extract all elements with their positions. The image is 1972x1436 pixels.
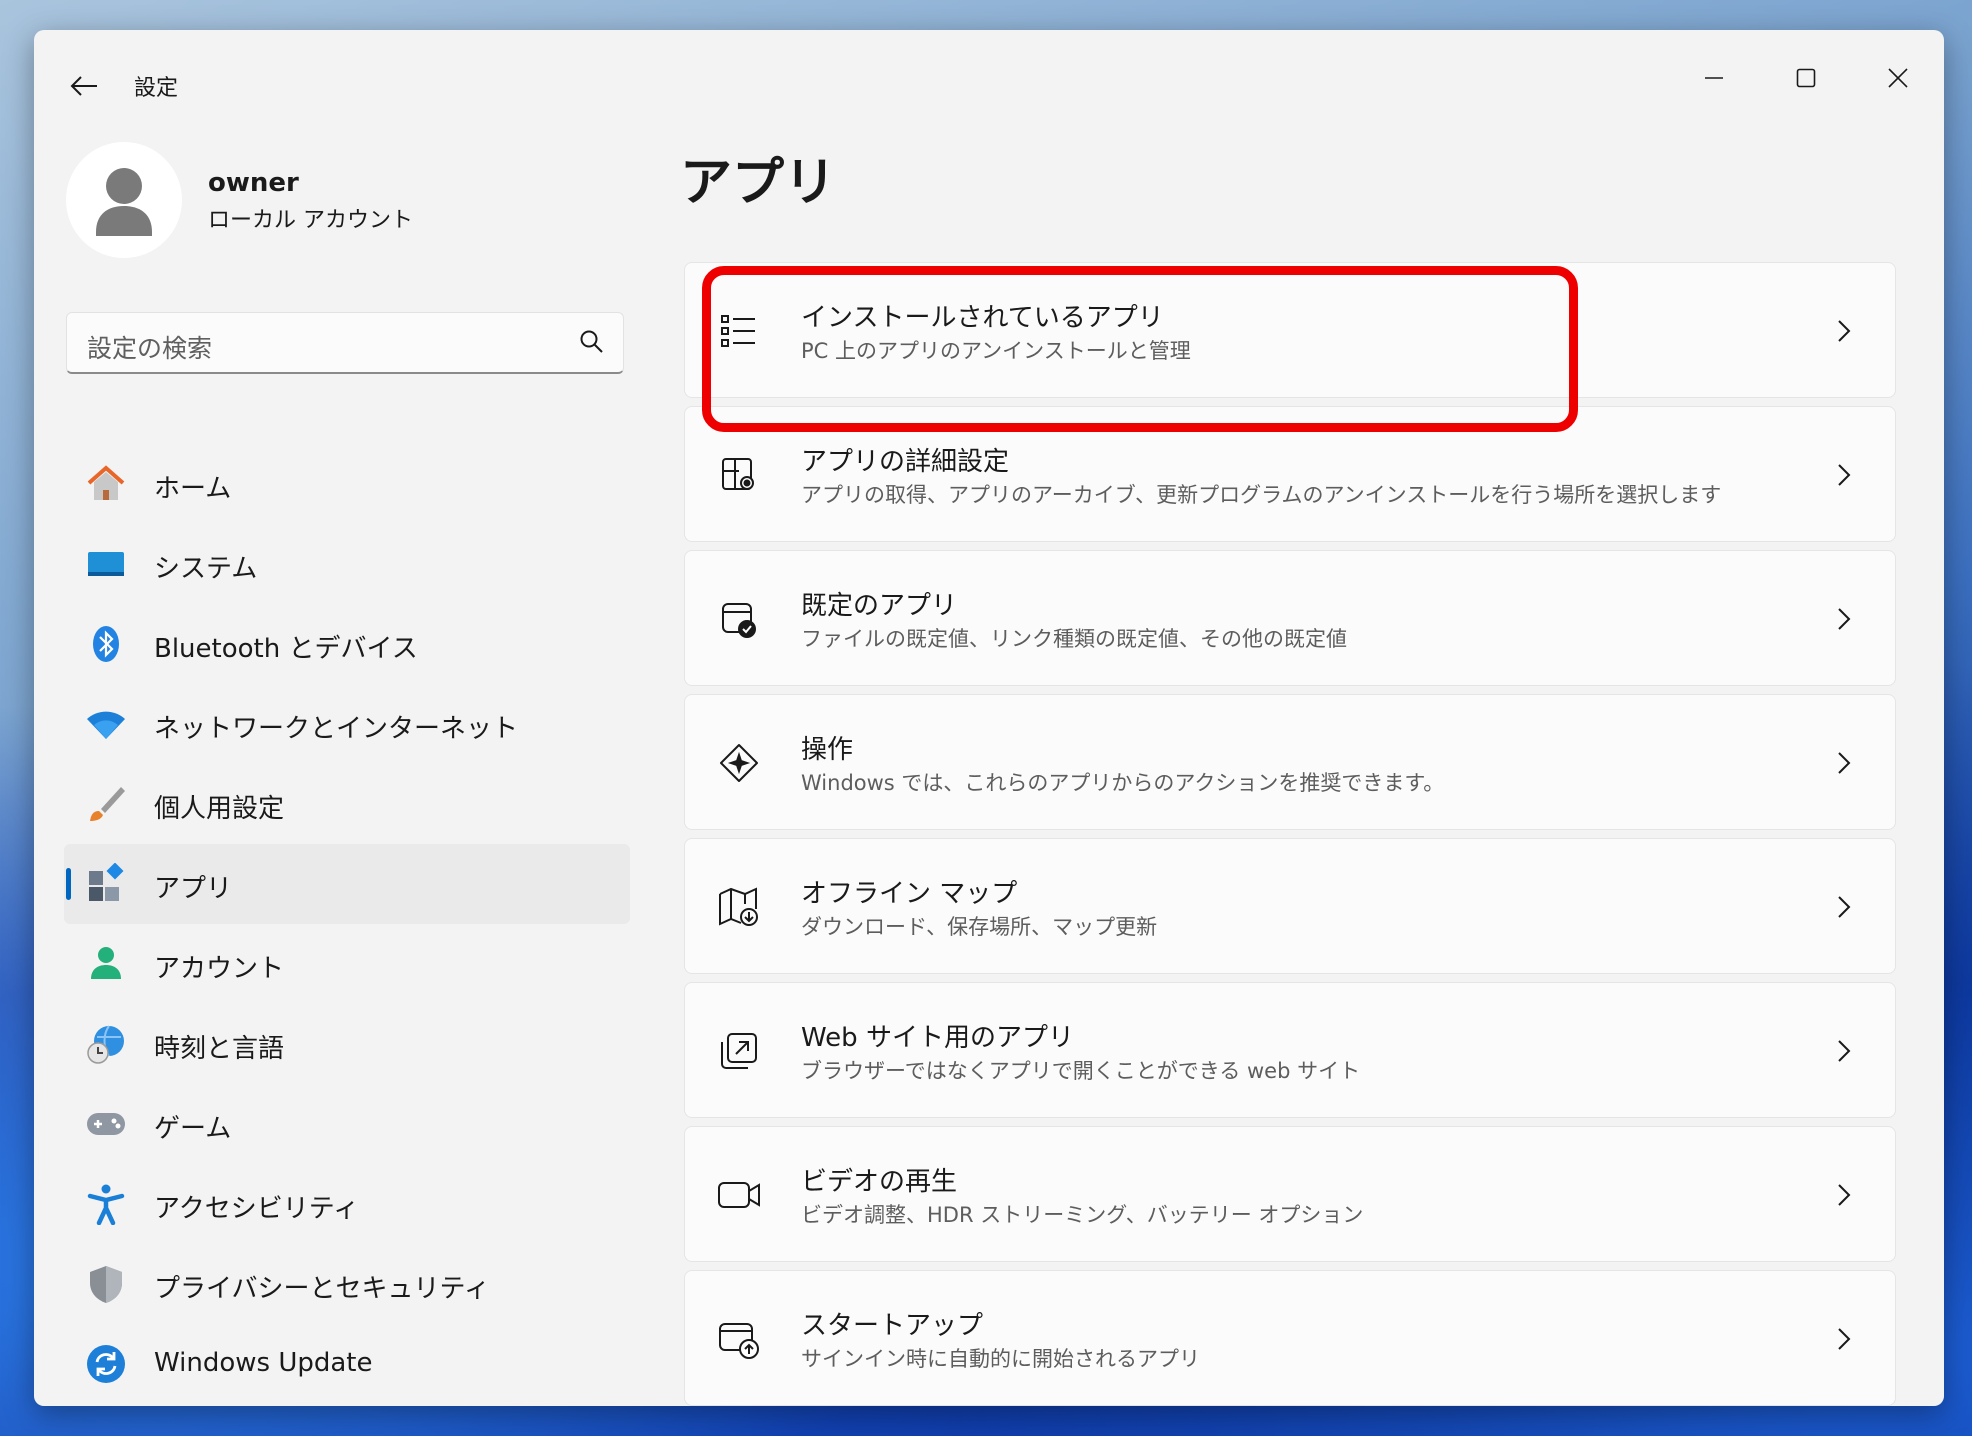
update-icon: [84, 1342, 128, 1386]
card-subtitle: PC 上のアプリのアンインストールと管理: [801, 339, 1191, 363]
sidebar-item-label: Bluetooth とデバイス: [154, 634, 418, 664]
page-title: アプリ: [680, 153, 837, 213]
sidebar-item-label: アカウント: [154, 954, 285, 984]
card-subtitle: アプリの取得、アプリのアーカイブ、更新プログラムのアンインストールを行う場所を選…: [801, 483, 1722, 507]
search-placeholder: 設定の検索: [87, 334, 213, 363]
sidebar-item-time-language[interactable]: 時刻と言語: [64, 1004, 630, 1084]
card-subtitle: ダウンロード、保存場所、マップ更新: [801, 915, 1158, 939]
card-subtitle: ブラウザーではなくアプリで開くことができる web サイト: [801, 1059, 1361, 1083]
sidebar-item-gaming[interactable]: ゲーム: [64, 1084, 630, 1164]
avatar[interactable]: [66, 142, 182, 258]
open-external-icon: [715, 1027, 763, 1075]
chevron-right-icon: [1829, 889, 1859, 925]
sidebar-item-accounts[interactable]: アカウント: [64, 924, 630, 1004]
card-advanced-app-settings[interactable]: アプリの詳細設定 アプリの取得、アプリのアーカイブ、更新プログラムのアンインスト…: [684, 406, 1896, 542]
settings-card-list: インストールされているアプリ PC 上のアプリのアンインストールと管理 アプリの…: [684, 262, 1896, 1406]
card-subtitle: ビデオ調整、HDR ストリーミング、バッテリー オプション: [801, 1203, 1364, 1227]
chevron-right-icon: [1829, 601, 1859, 637]
chevron-right-icon: [1829, 1033, 1859, 1069]
accessibility-icon: [84, 1182, 128, 1226]
app-settings-icon: [715, 451, 763, 499]
chevron-right-icon: [1829, 745, 1859, 781]
card-title: 既定のアプリ: [801, 591, 958, 621]
minimize-icon: [1705, 77, 1723, 79]
card-subtitle: ファイルの既定値、リンク種類の既定値、その他の既定値: [801, 627, 1347, 651]
gamepad-icon: [84, 1102, 128, 1146]
back-arrow-icon: [70, 76, 97, 96]
card-title: オフライン マップ: [801, 879, 1018, 909]
sidebar-item-network[interactable]: ネットワークとインターネット: [64, 684, 630, 764]
card-actions[interactable]: 操作 Windows では、これらのアプリからのアクションを推奨できます。: [684, 694, 1896, 830]
maximize-icon: [1796, 68, 1816, 88]
sidebar-item-label: 時刻と言語: [154, 1034, 285, 1064]
sidebar-item-personalization[interactable]: 個人用設定: [64, 764, 630, 844]
sidebar-item-label: Windows Update: [154, 1348, 373, 1378]
sidebar-item-label: ネットワークとインターネット: [154, 714, 519, 744]
sidebar-item-label: アプリ: [154, 874, 233, 904]
sidebar-item-label: ゲーム: [154, 1114, 232, 1144]
chevron-right-icon: [1829, 1321, 1859, 1357]
sidebar-item-apps[interactable]: アプリ: [64, 844, 630, 924]
card-offline-maps[interactable]: オフライン マップ ダウンロード、保存場所、マップ更新: [684, 838, 1896, 974]
card-title: アプリの詳細設定: [801, 447, 1010, 477]
card-startup[interactable]: スタートアップ サインイン時に自動的に開始されるアプリ: [684, 1270, 1896, 1406]
card-subtitle: Windows では、これらのアプリからのアクションを推奨できます。: [801, 771, 1445, 795]
sidebar-item-home[interactable]: ホーム: [64, 444, 630, 524]
close-icon: [1888, 68, 1908, 88]
shield-icon: [84, 1262, 128, 1306]
sidebar-item-accessibility[interactable]: アクセシビリティ: [64, 1164, 630, 1244]
card-title: インストールされているアプリ: [801, 303, 1164, 333]
back-button[interactable]: [62, 64, 106, 108]
search-input[interactable]: 設定の検索: [66, 312, 624, 374]
chevron-right-icon: [1829, 457, 1859, 493]
default-apps-icon: [715, 595, 763, 643]
sidebar-item-label: プライバシーとセキュリティ: [154, 1274, 490, 1304]
card-subtitle: サインイン時に自動的に開始されるアプリ: [801, 1347, 1200, 1371]
apps-icon: [84, 862, 128, 906]
map-icon: [715, 883, 763, 931]
sidebar-item-label: ホーム: [154, 474, 232, 504]
globe-clock-icon: [84, 1022, 128, 1066]
card-video-playback[interactable]: ビデオの再生 ビデオ調整、HDR ストリーミング、バッテリー オプション: [684, 1126, 1896, 1262]
card-installed-apps[interactable]: インストールされているアプリ PC 上のアプリのアンインストールと管理: [684, 262, 1896, 398]
person-icon: [84, 942, 128, 986]
chevron-right-icon: [1829, 1177, 1859, 1213]
selection-indicator: [66, 868, 71, 900]
close-button[interactable]: [1858, 48, 1938, 108]
sidebar-item-system[interactable]: システム: [64, 524, 630, 604]
chevron-right-icon: [1829, 313, 1859, 349]
person-avatar-icon: [96, 168, 152, 236]
profile-name: owner: [208, 168, 299, 198]
sidebar-nav: ホーム システム Bluetooth とデバイス ネットワークとインターネット …: [64, 444, 630, 1404]
window-title: 設定: [134, 76, 179, 101]
minimize-button[interactable]: [1674, 48, 1754, 108]
sidebar-item-bluetooth[interactable]: Bluetooth とデバイス: [64, 604, 630, 684]
list-icon: [715, 307, 763, 355]
sidebar-item-privacy[interactable]: プライバシーとセキュリティ: [64, 1244, 630, 1324]
sidebar-item-label: アクセシビリティ: [154, 1194, 360, 1224]
sidebar-item-label: システム: [154, 554, 258, 584]
wifi-icon: [84, 702, 128, 746]
maximize-button[interactable]: [1766, 48, 1846, 108]
profile-account-type: ローカル アカウント: [208, 208, 413, 233]
video-icon: [715, 1171, 763, 1219]
sidebar-item-label: 個人用設定: [154, 794, 285, 824]
card-title: 操作: [801, 735, 854, 765]
search-icon[interactable]: [579, 329, 605, 359]
actions-icon: [715, 739, 763, 787]
system-icon: [84, 542, 128, 586]
brush-icon: [84, 782, 128, 826]
startup-icon: [715, 1315, 763, 1363]
settings-window: 設定 owner ローカル アカウント 設定の検索 ホーム システム Bluet…: [34, 30, 1944, 1406]
home-icon: [84, 462, 128, 506]
card-default-apps[interactable]: 既定のアプリ ファイルの既定値、リンク種類の既定値、その他の既定値: [684, 550, 1896, 686]
card-apps-for-websites[interactable]: Web サイト用のアプリ ブラウザーではなくアプリで開くことができる web サ…: [684, 982, 1896, 1118]
card-title: Web サイト用のアプリ: [801, 1023, 1074, 1053]
bluetooth-icon: [84, 622, 128, 666]
sidebar-item-windows-update[interactable]: Windows Update: [64, 1324, 630, 1404]
card-title: ビデオの再生: [801, 1167, 958, 1197]
card-title: スタートアップ: [801, 1311, 984, 1341]
title-bar: 設定: [34, 30, 1944, 126]
